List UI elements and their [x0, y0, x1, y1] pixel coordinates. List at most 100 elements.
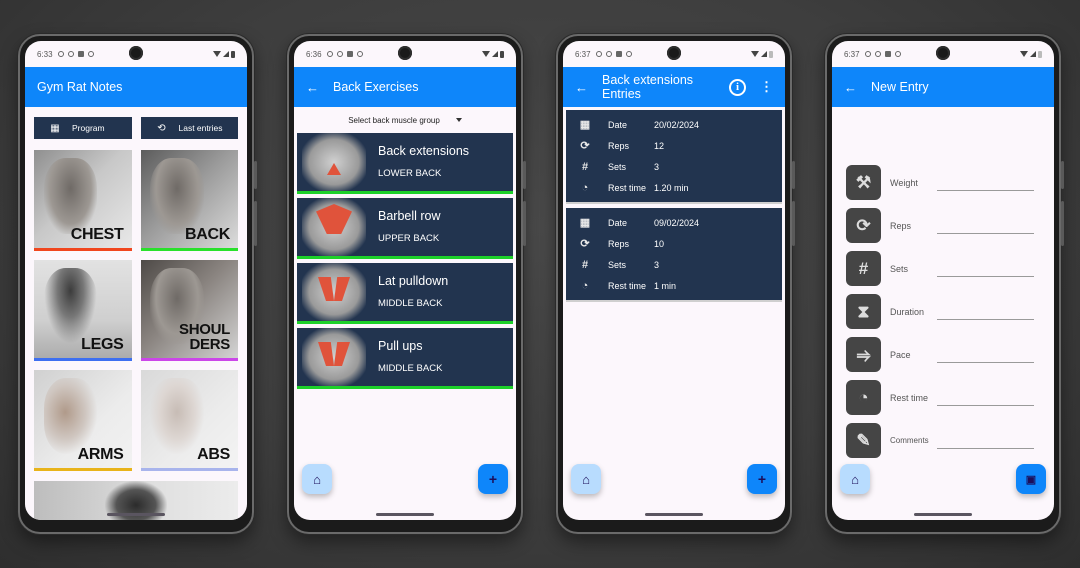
app-title: New Entry — [871, 80, 929, 94]
new-entry-form: ⚒ Weight ⟳ Reps # Sets ⧗ Duration ⥤ Pace… — [832, 107, 1054, 462]
info-status-icon — [57, 51, 64, 57]
info-status-icon — [864, 51, 871, 57]
entry-key: Sets — [608, 161, 627, 172]
runner-icon: ⥤ — [846, 337, 881, 372]
signal-icon — [761, 51, 767, 57]
program-button[interactable]: ▦ Program — [34, 117, 132, 139]
entry-card[interactable]: ▦ Date 20/02/2024 ⟳ Reps 12 # Sets 3 ◔ R… — [566, 110, 782, 204]
accent-bar — [140, 358, 238, 361]
front-camera — [667, 46, 681, 60]
phone-home-screen: 6:33 Gym Rat Notes ▦ Program ⟲ Last entr… — [18, 34, 257, 534]
back-arrow-icon[interactable]: ← — [306, 80, 319, 95]
info-status-icon — [326, 51, 333, 57]
plus-icon: + — [488, 471, 498, 487]
home-button[interactable]: ⌂ — [571, 464, 601, 494]
rest-time-input[interactable] — [937, 389, 1034, 406]
hash-icon: # — [581, 160, 589, 173]
wifi-icon — [1020, 51, 1028, 57]
tile-label: LEGS — [81, 336, 124, 353]
exercise-name: Back extensions — [378, 144, 470, 158]
hash-icon: # — [581, 258, 589, 271]
front-camera — [936, 46, 950, 60]
home-indicator[interactable] — [376, 513, 434, 516]
field-comments: ✎ Comments — [846, 419, 1054, 462]
exercise-card[interactable]: Pull ups MIDDLE BACK — [297, 328, 513, 389]
tile-arms[interactable]: ARMS — [34, 370, 132, 471]
tile-shoulders[interactable]: SHOUL DERS — [140, 260, 238, 361]
repeat-icon: ⟳ — [580, 140, 590, 152]
highlight-upper-back — [316, 204, 352, 234]
volume-button — [523, 201, 526, 246]
history-icon: ⟲ — [157, 122, 166, 134]
app-title: Gym Rat Notes — [37, 80, 123, 94]
status-bar: 6:37 — [832, 41, 1054, 67]
muscle-group-dropdown[interactable]: Select back muscle group — [294, 107, 516, 133]
tile-abs[interactable]: ABS — [140, 370, 238, 471]
tile-label: ARMS — [77, 446, 124, 463]
tile-back[interactable]: BACK — [140, 150, 238, 251]
app-status-icon — [894, 51, 901, 57]
add-exercise-button[interactable]: + — [478, 464, 508, 494]
timer-icon: ◔ — [581, 181, 589, 194]
status-bar: 6:37 — [563, 41, 785, 67]
field-label: Rest time — [890, 392, 929, 403]
status-bar: 6:33 — [25, 41, 247, 67]
home-button[interactable]: ⌂ — [302, 464, 332, 494]
entry-key: Rest time — [608, 182, 647, 193]
save-entry-button[interactable]: ▣ — [1016, 464, 1046, 494]
more-vert-icon[interactable]: ⋮ — [760, 79, 773, 95]
hash-icon: # — [846, 251, 881, 286]
home-indicator[interactable] — [107, 513, 165, 516]
reps-input[interactable] — [937, 217, 1034, 234]
back-arrow-icon[interactable]: ← — [575, 80, 588, 95]
tile-label: SHOUL DERS — [178, 321, 230, 353]
entry-key: Reps — [608, 238, 630, 249]
status-time: 6:37 — [575, 49, 591, 59]
tile-chest[interactable]: CHEST — [34, 150, 132, 251]
entry-row-date: ▦ Date 20/02/2024 — [578, 114, 782, 135]
highlight-middle-back — [318, 277, 350, 301]
entry-value: 12 — [654, 140, 665, 151]
plus-icon: + — [757, 471, 767, 487]
last-entries-button[interactable]: ⟲ Last entries — [140, 117, 238, 139]
comments-input[interactable] — [937, 432, 1034, 449]
pace-input[interactable] — [937, 346, 1034, 363]
front-camera — [129, 46, 143, 60]
tile-legs[interactable]: LEGS — [34, 260, 132, 361]
abs-image — [150, 378, 204, 454]
exercise-card[interactable]: Back extensions LOWER BACK — [297, 133, 513, 194]
home-indicator[interactable] — [645, 513, 703, 516]
timer-icon: ◔ — [581, 279, 589, 292]
notification-icons — [864, 51, 901, 57]
duration-input[interactable] — [937, 303, 1034, 320]
home-indicator[interactable] — [914, 513, 972, 516]
app-bar: ← Back extensions Entries i ⋮ — [563, 67, 785, 107]
home-button[interactable]: ⌂ — [840, 464, 870, 494]
status-time: 6:33 — [37, 49, 53, 59]
add-entry-button[interactable]: + — [747, 464, 777, 494]
sim-status-icon — [77, 51, 84, 57]
exercise-card[interactable]: Lat pulldown MIDDLE BACK — [297, 263, 513, 324]
power-button — [1061, 161, 1064, 189]
muscle-diagram — [302, 263, 366, 321]
shield-status-icon — [605, 51, 612, 57]
exercise-name: Lat pulldown — [378, 274, 449, 288]
entry-row-sets: # Sets 3 — [578, 254, 782, 275]
back-arrow-icon[interactable]: ← — [844, 80, 857, 95]
volume-button — [254, 201, 257, 246]
info-status-icon — [595, 51, 602, 57]
entry-value: 10 — [654, 238, 665, 249]
notification-icons — [57, 51, 94, 57]
info-icon[interactable]: i — [729, 78, 746, 96]
wifi-icon — [482, 51, 490, 57]
field-pace: ⥤ Pace — [846, 333, 1054, 376]
exercise-card[interactable]: Barbell row UPPER BACK — [297, 198, 513, 259]
entry-card[interactable]: ▦ Date 09/02/2024 ⟳ Reps 10 # Sets 3 ◔ R… — [566, 208, 782, 302]
last-entries-button-label: Last entries — [178, 123, 223, 133]
app-status-icon — [625, 51, 632, 57]
entry-value: 1 min — [654, 280, 677, 291]
sets-input[interactable] — [937, 260, 1034, 277]
back-image — [150, 158, 204, 234]
field-weight: ⚒ Weight — [846, 161, 1054, 204]
weight-input[interactable] — [937, 174, 1034, 191]
